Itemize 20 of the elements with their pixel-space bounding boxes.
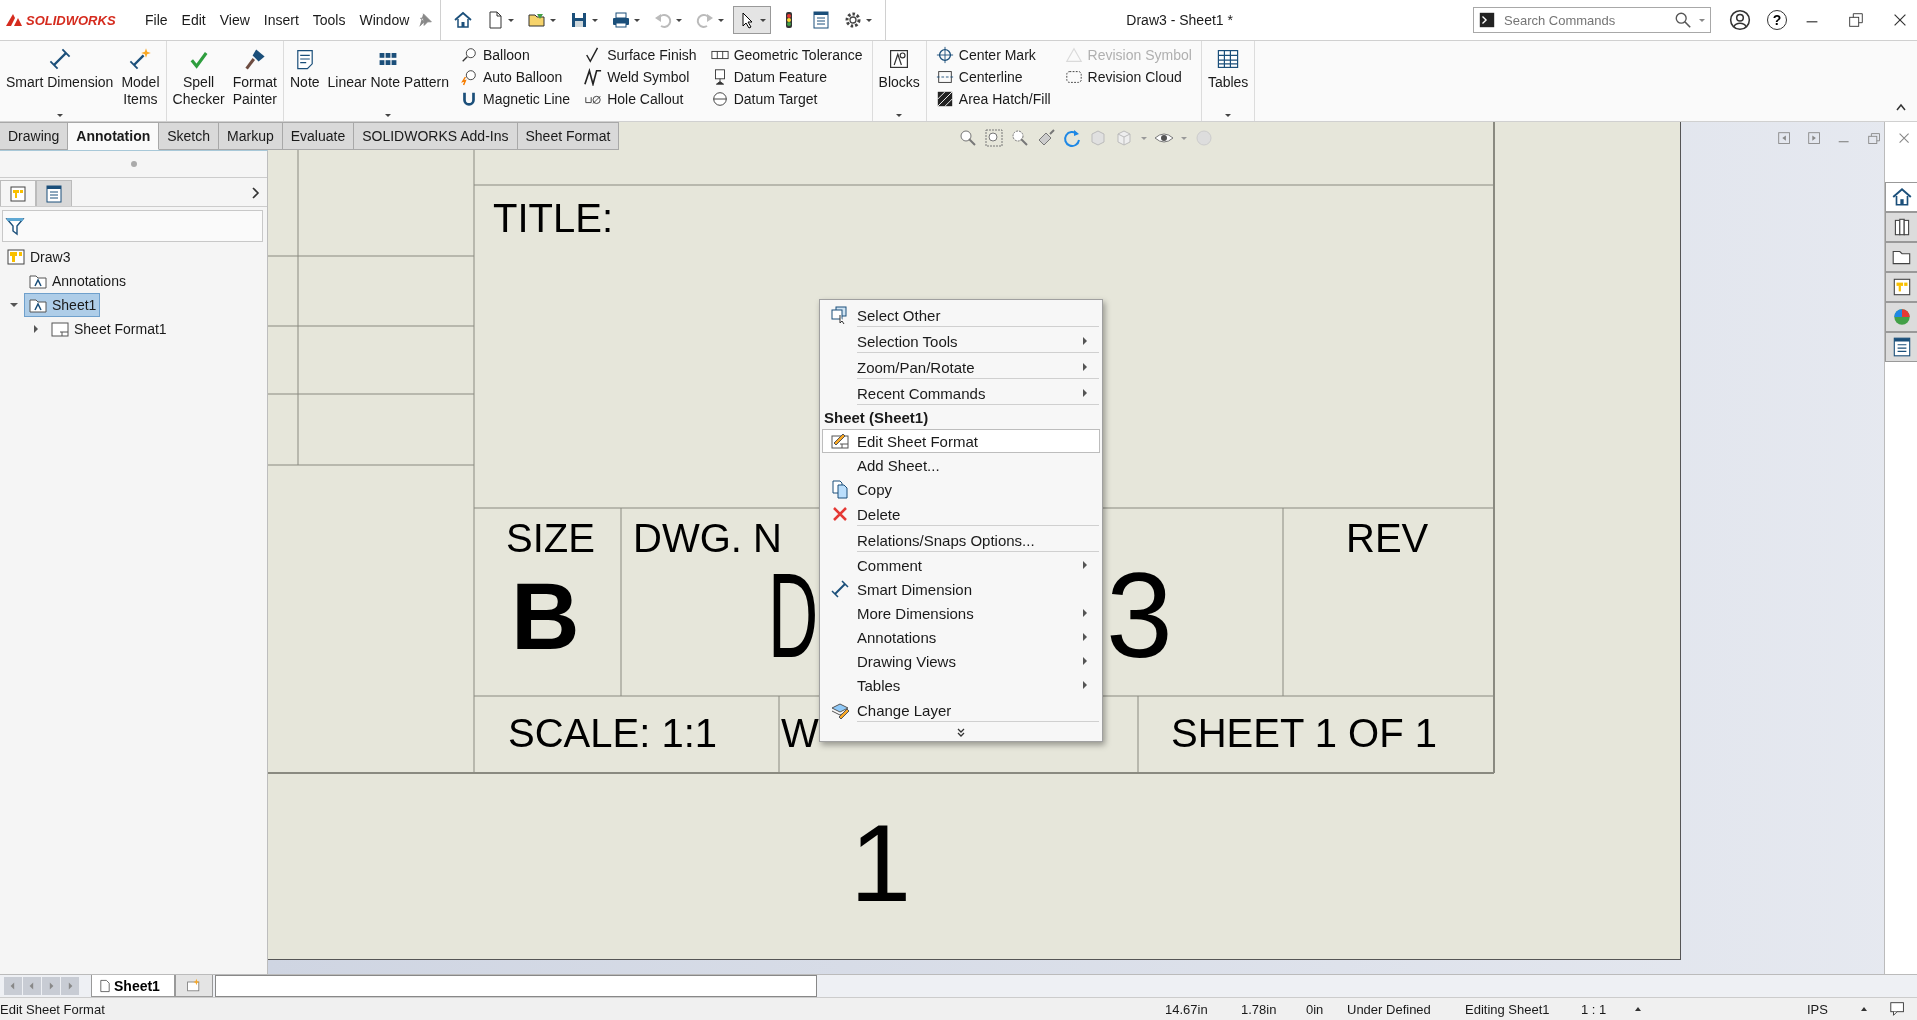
window-title: Draw3 - Sheet1 * <box>1125 12 1234 28</box>
scale-label: SCALE: 1:1 <box>508 712 717 753</box>
title-label: TITLE: <box>493 197 614 238</box>
status-field: 14.67in <box>1165 1001 1241 1017</box>
status-field: Under Defined <box>1347 1001 1465 1017</box>
app-logo: SOLIDWORKS <box>26 12 116 28</box>
status-field: Editing Sheet1 <box>1465 1001 1581 1017</box>
revision-label: REV <box>1346 517 1429 558</box>
sheet-number: 1 <box>850 808 912 919</box>
status-field: 0in <box>1306 1001 1347 1017</box>
status-field: 1 : 1 <box>1581 1001 1634 1017</box>
size-label: SIZE <box>506 517 595 558</box>
status-field: 1.78in <box>1241 1001 1306 1017</box>
size-value: B <box>511 568 580 664</box>
sheet-count: SHEET 1 OF 1 <box>1171 712 1437 753</box>
status-message: Edit Sheet Format <box>0 1001 106 1017</box>
status-field: IPS <box>1807 1001 1860 1017</box>
weight-label: W <box>781 712 819 753</box>
menu-section-title: Sheet (Sheet1) <box>823 408 930 428</box>
drawing-number: 3 <box>1106 554 1173 675</box>
